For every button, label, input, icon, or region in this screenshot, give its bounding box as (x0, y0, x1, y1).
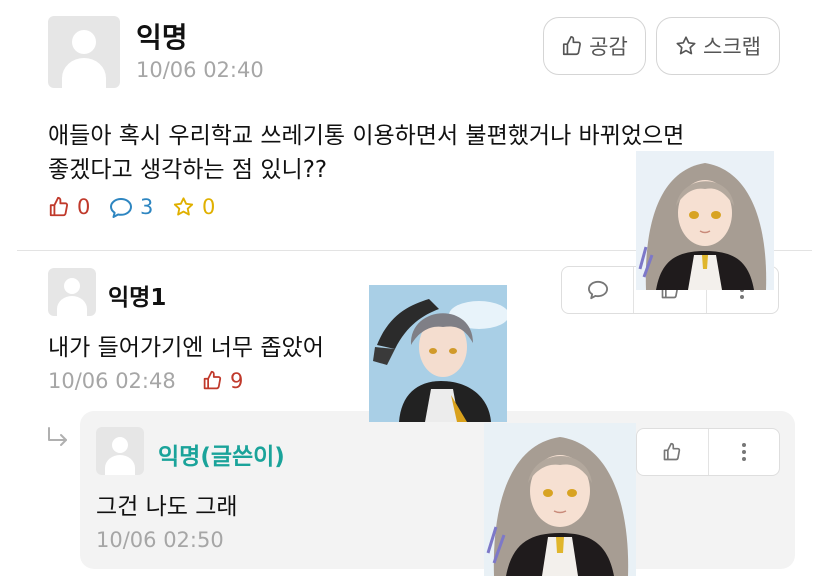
comment-timestamp: 10/06 02:48 (48, 369, 176, 393)
post-author-avatar (48, 16, 120, 88)
scrap-button-label: 스크랩 (703, 35, 761, 59)
scrap-button[interactable]: 스크랩 (656, 17, 780, 75)
comment-text: 내가 들어가기엔 너무 좁았어 (48, 335, 324, 361)
character-sticker-2 (369, 285, 507, 422)
like-button[interactable]: 공감 (543, 17, 646, 75)
post-timestamp: 10/06 02:40 (136, 58, 264, 82)
like-count-icon (49, 196, 69, 217)
thumbs-up-icon (663, 442, 681, 461)
speech-bubble-icon (587, 280, 608, 300)
reply-text: 그건 나도 그래 (96, 494, 238, 520)
post-content-line-2: 좋겠다고 생각하는 점 있니?? (48, 157, 328, 183)
more-vertical-icon (741, 443, 746, 461)
post-comment-count: 3 (140, 195, 154, 219)
reply-more-button[interactable] (707, 429, 780, 475)
star-icon (676, 36, 696, 55)
star-icon (173, 197, 194, 216)
character-sticker-3 (484, 423, 636, 576)
comment-author-avatar (48, 268, 96, 316)
post-content-line-1: 애들아 혹시 우리학교 쓰레기통 이용하면서 불편했거나 바뀌었으면 (48, 123, 685, 149)
character-sticker-1 (636, 151, 774, 290)
post-scrap-count: 0 (202, 195, 216, 219)
reply-author-avatar (96, 427, 144, 475)
like-button-label: 공감 (589, 35, 628, 59)
reply-author-name: 익명(글쓴이) (158, 444, 285, 470)
reply-action-bar (636, 428, 780, 476)
post-author-name: 익명 (136, 21, 188, 54)
comment-like-count: 9 (230, 369, 244, 393)
comment-reply-button[interactable] (562, 267, 633, 313)
post-like-count: 0 (77, 195, 91, 219)
thumbs-up-icon (563, 36, 582, 56)
reply-arrow-icon (48, 427, 67, 446)
reply-like-button[interactable] (637, 429, 708, 475)
thumbs-up-icon (203, 370, 222, 390)
comment-author-name: 익명1 (108, 285, 167, 311)
reply-timestamp: 10/06 02:50 (96, 528, 224, 552)
speech-bubble-icon (110, 198, 132, 218)
